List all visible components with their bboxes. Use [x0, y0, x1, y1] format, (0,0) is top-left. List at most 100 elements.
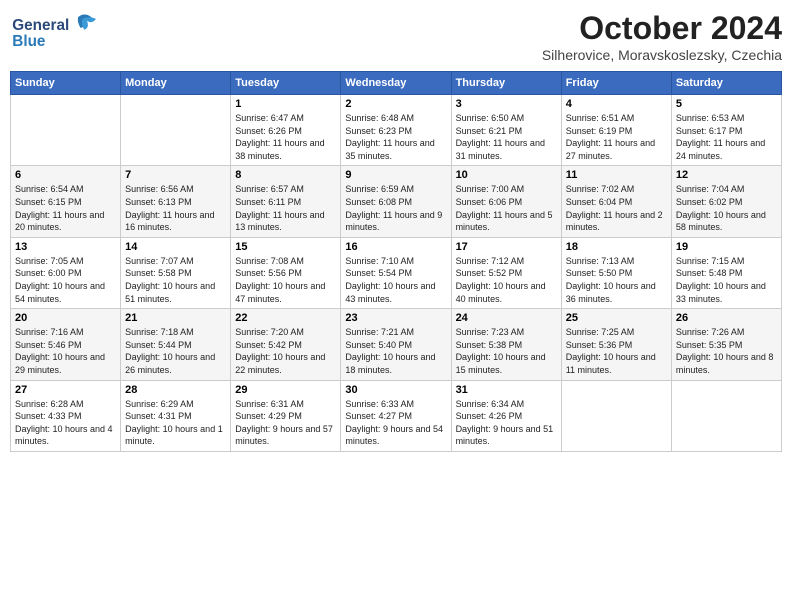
- calendar-week-row: 27 Sunrise: 6:28 AM Sunset: 4:33 PM Dayli…: [11, 380, 782, 451]
- calendar-cell: 10 Sunrise: 7:00 AM Sunset: 6:06 PM Dayli…: [451, 166, 561, 237]
- day-detail: Sunrise: 7:18 AM Sunset: 5:44 PM Dayligh…: [125, 326, 226, 376]
- logo: General Blue: [10, 10, 110, 55]
- day-number: 30: [345, 384, 446, 396]
- weekday-header: Saturday: [671, 72, 781, 95]
- day-detail: Sunrise: 7:10 AM Sunset: 5:54 PM Dayligh…: [345, 255, 446, 305]
- calendar-cell: 5 Sunrise: 6:53 AM Sunset: 6:17 PM Daylig…: [671, 95, 781, 166]
- day-number: 3: [456, 98, 557, 110]
- calendar-cell: 29 Sunrise: 6:31 AM Sunset: 4:29 PM Dayli…: [231, 380, 341, 451]
- calendar-cell: 28 Sunrise: 6:29 AM Sunset: 4:31 PM Dayli…: [121, 380, 231, 451]
- calendar-cell: 30 Sunrise: 6:33 AM Sunset: 4:27 PM Dayli…: [341, 380, 451, 451]
- calendar-cell: 3 Sunrise: 6:50 AM Sunset: 6:21 PM Daylig…: [451, 95, 561, 166]
- calendar-cell: 21Sunrise: 7:18 AM Sunset: 5:44 PM Dayli…: [121, 309, 231, 380]
- day-detail: Sunrise: 7:23 AM Sunset: 5:38 PM Dayligh…: [456, 326, 557, 376]
- day-detail: Sunrise: 6:34 AM Sunset: 4:26 PM Dayligh…: [456, 398, 557, 448]
- month-title: October 2024: [542, 10, 782, 47]
- calendar-table: SundayMondayTuesdayWednesdayThursdayFrid…: [10, 71, 782, 452]
- calendar-cell: [121, 95, 231, 166]
- day-detail: Sunrise: 6:29 AM Sunset: 4:31 PM Dayligh…: [125, 398, 226, 448]
- calendar-cell: 7Sunrise: 6:56 AM Sunset: 6:13 PM Daylig…: [121, 166, 231, 237]
- day-number: 16: [345, 241, 446, 253]
- weekday-header: Tuesday: [231, 72, 341, 95]
- day-number: 8: [235, 169, 336, 181]
- calendar-cell: 2 Sunrise: 6:48 AM Sunset: 6:23 PM Daylig…: [341, 95, 451, 166]
- day-number: 23: [345, 312, 446, 324]
- day-detail: Sunrise: 7:07 AM Sunset: 5:58 PM Dayligh…: [125, 255, 226, 305]
- weekday-header-row: SundayMondayTuesdayWednesdayThursdayFrid…: [11, 72, 782, 95]
- weekday-header: Sunday: [11, 72, 121, 95]
- day-number: 10: [456, 169, 557, 181]
- day-number: 25: [566, 312, 667, 324]
- calendar-week-row: 20 Sunrise: 7:16 AM Sunset: 5:46 PM Dayli…: [11, 309, 782, 380]
- calendar-cell: 22Sunrise: 7:20 AM Sunset: 5:42 PM Dayli…: [231, 309, 341, 380]
- day-number: 27: [15, 384, 116, 396]
- day-number: 29: [235, 384, 336, 396]
- day-number: 19: [676, 241, 777, 253]
- day-detail: Sunrise: 6:57 AM Sunset: 6:11 PM Dayligh…: [235, 183, 336, 233]
- day-detail: Sunrise: 6:59 AM Sunset: 6:08 PM Dayligh…: [345, 183, 446, 233]
- day-number: 28: [125, 384, 226, 396]
- calendar-cell: 26Sunrise: 7:26 AM Sunset: 5:35 PM Dayli…: [671, 309, 781, 380]
- day-detail: Sunrise: 6:50 AM Sunset: 6:21 PM Dayligh…: [456, 112, 557, 162]
- day-number: 20: [15, 312, 116, 324]
- calendar-cell: 9 Sunrise: 6:59 AM Sunset: 6:08 PM Daylig…: [341, 166, 451, 237]
- calendar-cell: 19 Sunrise: 7:15 AM Sunset: 5:48 PM Dayli…: [671, 237, 781, 308]
- day-detail: Sunrise: 7:20 AM Sunset: 5:42 PM Dayligh…: [235, 326, 336, 376]
- day-detail: Sunrise: 7:00 AM Sunset: 6:06 PM Dayligh…: [456, 183, 557, 233]
- logo-svg: General Blue: [10, 10, 110, 55]
- day-detail: Sunrise: 7:15 AM Sunset: 5:48 PM Dayligh…: [676, 255, 777, 305]
- calendar-cell: 15Sunrise: 7:08 AM Sunset: 5:56 PM Dayli…: [231, 237, 341, 308]
- location: Silherovice, Moravskoslezsky, Czechia: [542, 47, 782, 63]
- calendar-cell: 8 Sunrise: 6:57 AM Sunset: 6:11 PM Daylig…: [231, 166, 341, 237]
- calendar-cell: 6Sunrise: 6:54 AM Sunset: 6:15 PM Daylig…: [11, 166, 121, 237]
- day-number: 1: [235, 98, 336, 110]
- day-detail: Sunrise: 6:48 AM Sunset: 6:23 PM Dayligh…: [345, 112, 446, 162]
- day-number: 9: [345, 169, 446, 181]
- day-detail: Sunrise: 6:33 AM Sunset: 4:27 PM Dayligh…: [345, 398, 446, 448]
- day-number: 2: [345, 98, 446, 110]
- svg-text:General: General: [12, 17, 69, 34]
- day-number: 31: [456, 384, 557, 396]
- calendar-cell: 18Sunrise: 7:13 AM Sunset: 5:50 PM Dayli…: [561, 237, 671, 308]
- day-number: 26: [676, 312, 777, 324]
- day-detail: Sunrise: 7:21 AM Sunset: 5:40 PM Dayligh…: [345, 326, 446, 376]
- calendar-week-row: 1 Sunrise: 6:47 AM Sunset: 6:26 PM Daylig…: [11, 95, 782, 166]
- day-number: 15: [235, 241, 336, 253]
- calendar-cell: [11, 95, 121, 166]
- day-detail: Sunrise: 7:16 AM Sunset: 5:46 PM Dayligh…: [15, 326, 116, 376]
- calendar-week-row: 13Sunrise: 7:05 AM Sunset: 6:00 PM Dayli…: [11, 237, 782, 308]
- calendar-cell: 4Sunrise: 6:51 AM Sunset: 6:19 PM Daylig…: [561, 95, 671, 166]
- day-number: 18: [566, 241, 667, 253]
- calendar-cell: 27 Sunrise: 6:28 AM Sunset: 4:33 PM Dayli…: [11, 380, 121, 451]
- day-number: 24: [456, 312, 557, 324]
- day-detail: Sunrise: 6:28 AM Sunset: 4:33 PM Dayligh…: [15, 398, 116, 448]
- day-detail: Sunrise: 6:53 AM Sunset: 6:17 PM Dayligh…: [676, 112, 777, 162]
- svg-text:Blue: Blue: [12, 33, 45, 50]
- day-number: 14: [125, 241, 226, 253]
- day-detail: Sunrise: 6:47 AM Sunset: 6:26 PM Dayligh…: [235, 112, 336, 162]
- weekday-header: Thursday: [451, 72, 561, 95]
- calendar-cell: 12 Sunrise: 7:04 AM Sunset: 6:02 PM Dayli…: [671, 166, 781, 237]
- calendar-cell: 23 Sunrise: 7:21 AM Sunset: 5:40 PM Dayli…: [341, 309, 451, 380]
- day-number: 11: [566, 169, 667, 181]
- calendar-week-row: 6Sunrise: 6:54 AM Sunset: 6:15 PM Daylig…: [11, 166, 782, 237]
- day-number: 5: [676, 98, 777, 110]
- header: General Blue October 2024 Silherovice, M…: [10, 10, 782, 63]
- day-number: 7: [125, 169, 226, 181]
- calendar-cell: 16 Sunrise: 7:10 AM Sunset: 5:54 PM Dayli…: [341, 237, 451, 308]
- day-detail: Sunrise: 7:12 AM Sunset: 5:52 PM Dayligh…: [456, 255, 557, 305]
- day-detail: Sunrise: 6:54 AM Sunset: 6:15 PM Dayligh…: [15, 183, 116, 233]
- calendar-cell: [671, 380, 781, 451]
- day-number: 12: [676, 169, 777, 181]
- calendar-cell: 14 Sunrise: 7:07 AM Sunset: 5:58 PM Dayli…: [121, 237, 231, 308]
- weekday-header: Monday: [121, 72, 231, 95]
- day-detail: Sunrise: 6:31 AM Sunset: 4:29 PM Dayligh…: [235, 398, 336, 448]
- calendar-cell: 17Sunrise: 7:12 AM Sunset: 5:52 PM Dayli…: [451, 237, 561, 308]
- calendar-cell: 11 Sunrise: 7:02 AM Sunset: 6:04 PM Dayli…: [561, 166, 671, 237]
- day-number: 13: [15, 241, 116, 253]
- day-detail: Sunrise: 7:02 AM Sunset: 6:04 PM Dayligh…: [566, 183, 667, 233]
- calendar-cell: 24 Sunrise: 7:23 AM Sunset: 5:38 PM Dayli…: [451, 309, 561, 380]
- day-detail: Sunrise: 7:04 AM Sunset: 6:02 PM Dayligh…: [676, 183, 777, 233]
- calendar-cell: 25Sunrise: 7:25 AM Sunset: 5:36 PM Dayli…: [561, 309, 671, 380]
- page: General Blue October 2024 Silherovice, M…: [0, 0, 792, 612]
